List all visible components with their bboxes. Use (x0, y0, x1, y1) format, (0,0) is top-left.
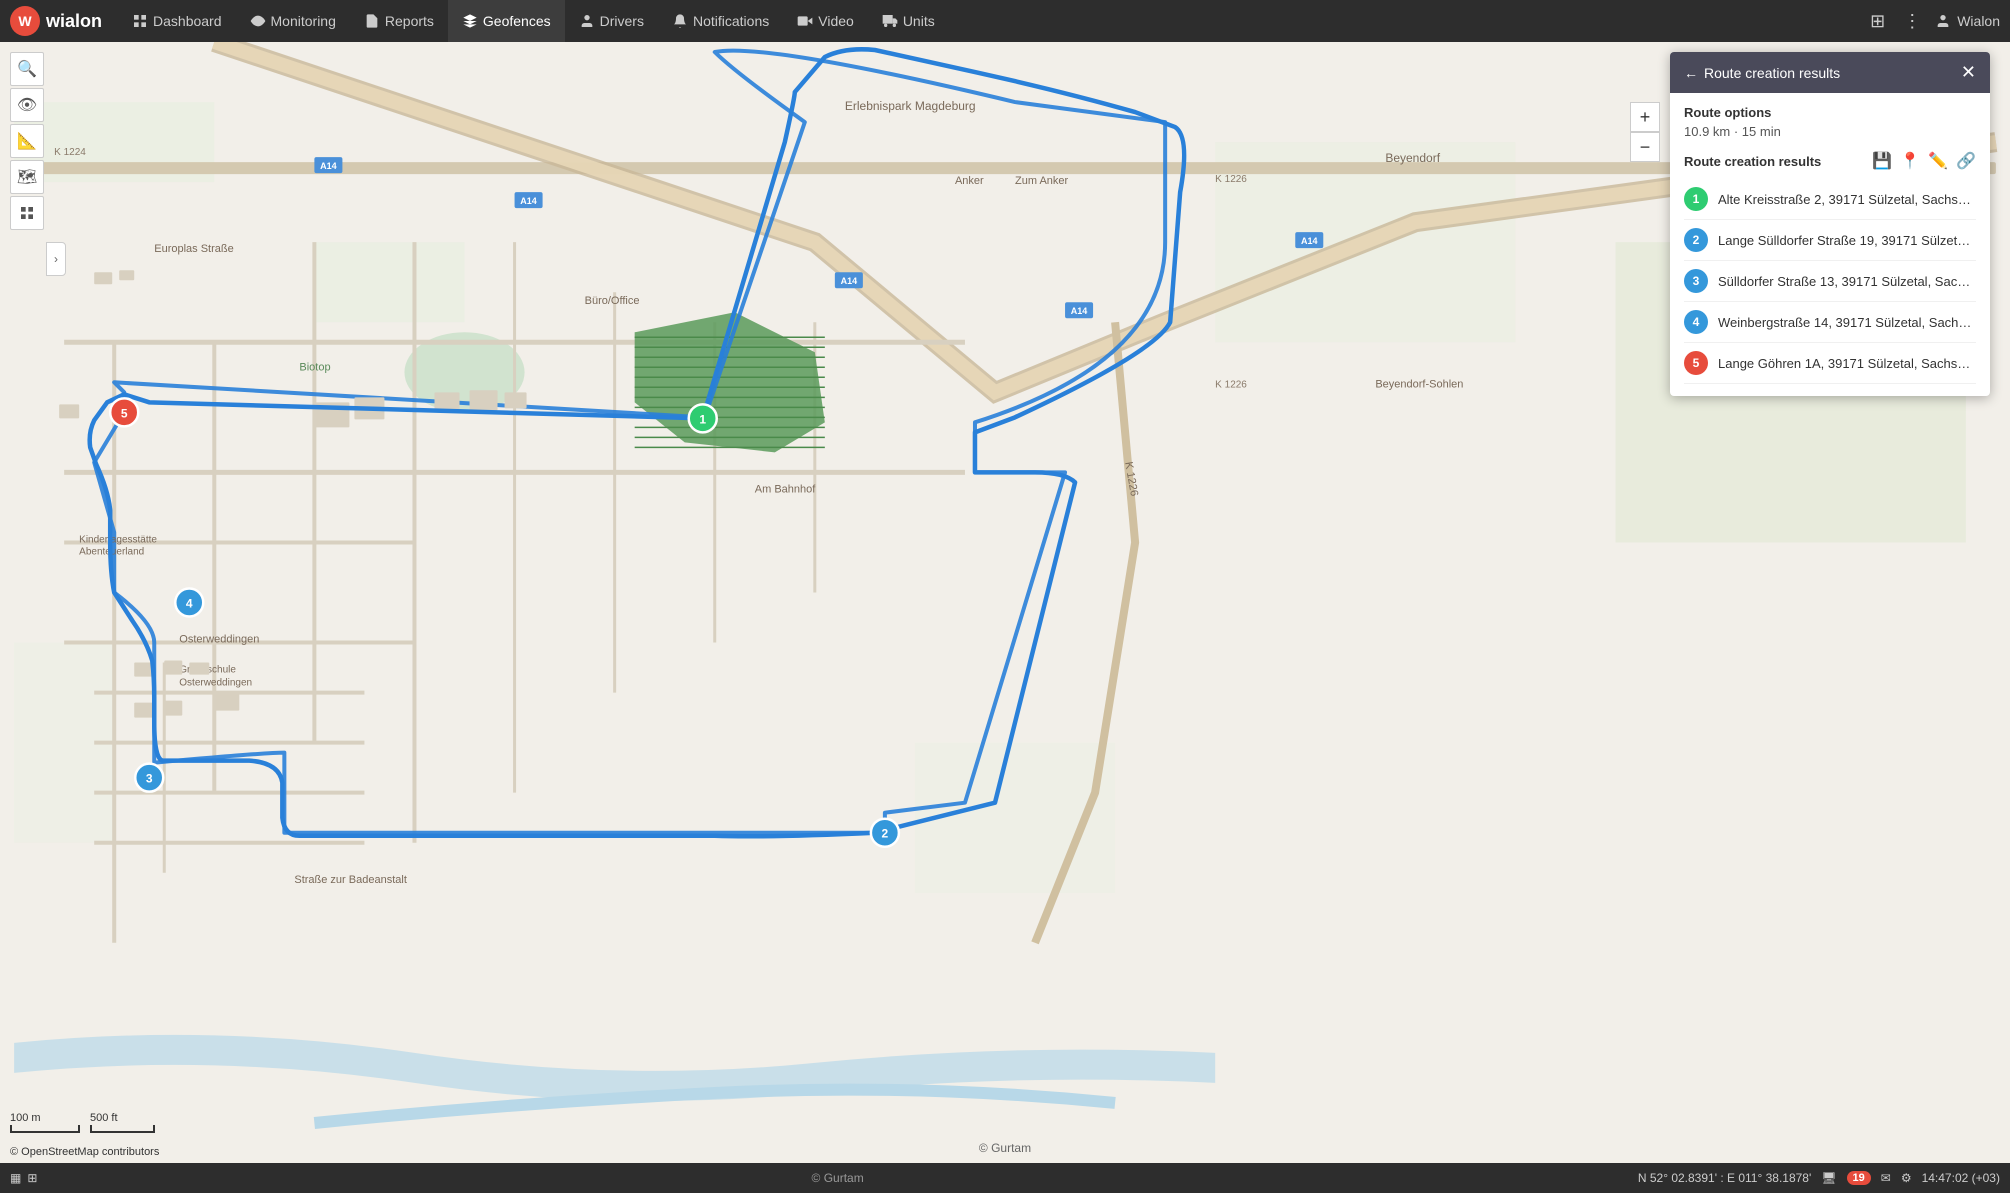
measure-tool-button[interactable]: 📐 (10, 124, 44, 158)
edit-route-button[interactable]: ✏️ (1928, 151, 1948, 171)
svg-text:Europlas Straße: Europlas Straße (154, 243, 233, 255)
route-action-buttons: 💾 📍 ✏️ 🔗 (1872, 151, 1976, 171)
nav-reports[interactable]: Reports (350, 0, 448, 42)
status-right-area: N 52° 02.8391' : E 011° 38.1878' 🖥 19 ✉ … (1638, 1171, 2000, 1185)
stop-number-5: 5 (1684, 351, 1708, 375)
sidebar-expand-button[interactable]: › (46, 242, 66, 276)
svg-text:A14: A14 (1301, 236, 1318, 246)
stop-number-3: 3 (1684, 269, 1708, 293)
svg-text:Abenteuerland: Abenteuerland (79, 546, 144, 557)
route-stop-5[interactable]: 5 Lange Göhren 1A, 39171 Sülzetal, Sachs… (1684, 343, 1976, 384)
map-scale: 100 m 500 ft (10, 1112, 155, 1133)
user-menu[interactable]: Wialon (1935, 13, 2000, 29)
notification-badge[interactable]: 19 (1847, 1171, 1871, 1185)
status-copyright: © Gurtam (812, 1171, 864, 1185)
status-grid-icon[interactable]: ▦ (10, 1171, 21, 1185)
stop-address-1: Alte Kreisstraße 2, 39171 Sülzetal, Sach… (1718, 192, 1976, 207)
group-tool-button[interactable] (10, 196, 44, 230)
routing-tool-button[interactable]: 🗺 (10, 160, 44, 194)
map-attribution: © OpenStreetMap contributors (10, 1146, 159, 1158)
scale-500ft-line (90, 1125, 155, 1133)
route-stop-1[interactable]: 1 Alte Kreisstraße 2, 39171 Sülzetal, Sa… (1684, 179, 1976, 220)
routing-back-button[interactable]: ← Route creation results (1684, 65, 1840, 81)
nav-units[interactable]: Units (868, 0, 949, 42)
svg-text:K 1224: K 1224 (54, 147, 86, 158)
stop-address-3: Sülldorfer Straße 13, 39171 Sülzetal, Sa… (1718, 274, 1976, 289)
svg-text:A14: A14 (520, 196, 537, 206)
nav-monitoring[interactable]: Monitoring (236, 0, 350, 42)
nav-right-area: ⊞ ⋮ Wialon (1866, 7, 2000, 36)
routing-panel-header: ← Route creation results ✕ (1670, 52, 1990, 93)
svg-text:Am Bahnhof: Am Bahnhof (755, 483, 816, 495)
map-toolbar: 🔍 👁 📐 🗺 (10, 52, 44, 230)
route-options-heading: Route options (1684, 105, 1976, 120)
search-tool-button[interactable]: 🔍 (10, 52, 44, 86)
app-logo[interactable]: W wialon (10, 6, 102, 36)
svg-text:Straße zur Badeanstalt: Straße zur Badeanstalt (294, 874, 407, 886)
status-coordinates: N 52° 02.8391' : E 011° 38.1878' (1638, 1171, 1811, 1185)
stop-address-2: Lange Sülldorfer Straße 19, 39171 Sülzet… (1718, 233, 1976, 248)
pin-route-button[interactable]: 📍 (1900, 151, 1920, 171)
save-route-button[interactable]: 💾 (1872, 151, 1892, 171)
scale-500ft-label: 500 ft (90, 1112, 155, 1124)
status-left-area: ▦ ⊞ (10, 1171, 37, 1185)
envelope-icon[interactable]: ✉ (1881, 1171, 1891, 1185)
route-stop-3[interactable]: 3 Sülldorfer Straße 13, 39171 Sülzetal, … (1684, 261, 1976, 302)
stop-number-2: 2 (1684, 228, 1708, 252)
svg-text:A14: A14 (1071, 306, 1088, 316)
scale-100m-line (10, 1125, 80, 1133)
settings-icon[interactable]: ⚙ (1901, 1171, 1912, 1185)
map-zoom-controls: + − (1630, 102, 1660, 162)
top-navigation: W wialon Dashboard Monitoring Reports Ge… (0, 0, 2010, 42)
route-results-header: Route creation results 💾 📍 ✏️ 🔗 (1684, 151, 1976, 171)
svg-text:Beyendorf-Sohlen: Beyendorf-Sohlen (1375, 378, 1463, 390)
zoom-in-button[interactable]: + (1630, 102, 1660, 132)
logo-icon: W (10, 6, 40, 36)
more-options-icon[interactable]: ⋮ (1899, 7, 1925, 36)
svg-text:Büro/Office: Büro/Office (585, 295, 640, 307)
route-stop-2[interactable]: 2 Lange Sülldorfer Straße 19, 39171 Sülz… (1684, 220, 1976, 261)
svg-text:A14: A14 (841, 276, 858, 286)
svg-text:K 1226: K 1226 (1215, 174, 1247, 185)
status-time: 14:47:02 (+03) (1922, 1171, 2000, 1185)
status-bar: ▦ ⊞ © Gurtam N 52° 02.8391' : E 011° 38.… (0, 1163, 2010, 1193)
zoom-out-button[interactable]: − (1630, 132, 1660, 162)
nav-geofences[interactable]: Geofences (448, 0, 565, 42)
nav-video[interactable]: Video (783, 0, 868, 42)
route-stats: 10.9 km · 15 min (1684, 124, 1976, 139)
route-results-heading: Route creation results (1684, 154, 1821, 169)
svg-text:A14: A14 (320, 161, 337, 171)
svg-text:Anker: Anker (955, 175, 984, 187)
svg-text:K 1226: K 1226 (1215, 379, 1247, 390)
route-stop-4[interactable]: 4 Weinbergstraße 14, 39171 Sülzetal, Sac… (1684, 302, 1976, 343)
svg-text:Zum Anker: Zum Anker (1015, 175, 1069, 187)
routing-panel: ← Route creation results ✕ Route options… (1670, 52, 1990, 396)
status-table-icon[interactable]: ⊞ (27, 1171, 37, 1185)
svg-text:Erlebnispark Magdeburg: Erlebnispark Magdeburg (845, 99, 976, 113)
svg-text:Osterweddingen: Osterweddingen (179, 634, 259, 646)
app-name: wialon (46, 11, 102, 32)
stop-number-4: 4 (1684, 310, 1708, 334)
routing-close-button[interactable]: ✕ (1961, 62, 1976, 83)
share-route-button[interactable]: 🔗 (1956, 151, 1976, 171)
route-stops-list: 1 Alte Kreisstraße 2, 39171 Sülzetal, Sa… (1684, 179, 1976, 384)
stop-address-4: Weinbergstraße 14, 39171 Sülzetal, Sachs… (1718, 315, 1976, 330)
svg-text:Beyendorf: Beyendorf (1385, 151, 1440, 165)
scale-100m-label: 100 m (10, 1112, 80, 1124)
stop-address-5: Lange Göhren 1A, 39171 Sülzetal, Sachsen… (1718, 356, 1976, 371)
nav-drivers[interactable]: Drivers (565, 0, 658, 42)
stop-number-1: 1 (1684, 187, 1708, 211)
svg-text:Kindertagesstätte: Kindertagesstätte (79, 534, 157, 545)
map-copyright: © Gurtam (979, 1141, 1031, 1155)
nav-dashboard[interactable]: Dashboard (118, 0, 236, 42)
svg-text:Osterweddingen: Osterweddingen (179, 678, 252, 689)
monitor-icon[interactable]: 🖥 (1821, 1171, 1836, 1185)
apps-grid-icon[interactable]: ⊞ (1866, 7, 1889, 36)
layers-tool-button[interactable]: 👁 (10, 88, 44, 122)
map-area[interactable]: A14 A14 A14 A14 A14 K 1226 (0, 42, 2010, 1163)
back-arrow-icon: ← (1684, 65, 1698, 81)
svg-text:Biotop: Biotop (299, 361, 330, 373)
nav-notifications[interactable]: Notifications (658, 0, 783, 42)
routing-panel-body: Route options 10.9 km · 15 min Route cre… (1670, 93, 1990, 396)
